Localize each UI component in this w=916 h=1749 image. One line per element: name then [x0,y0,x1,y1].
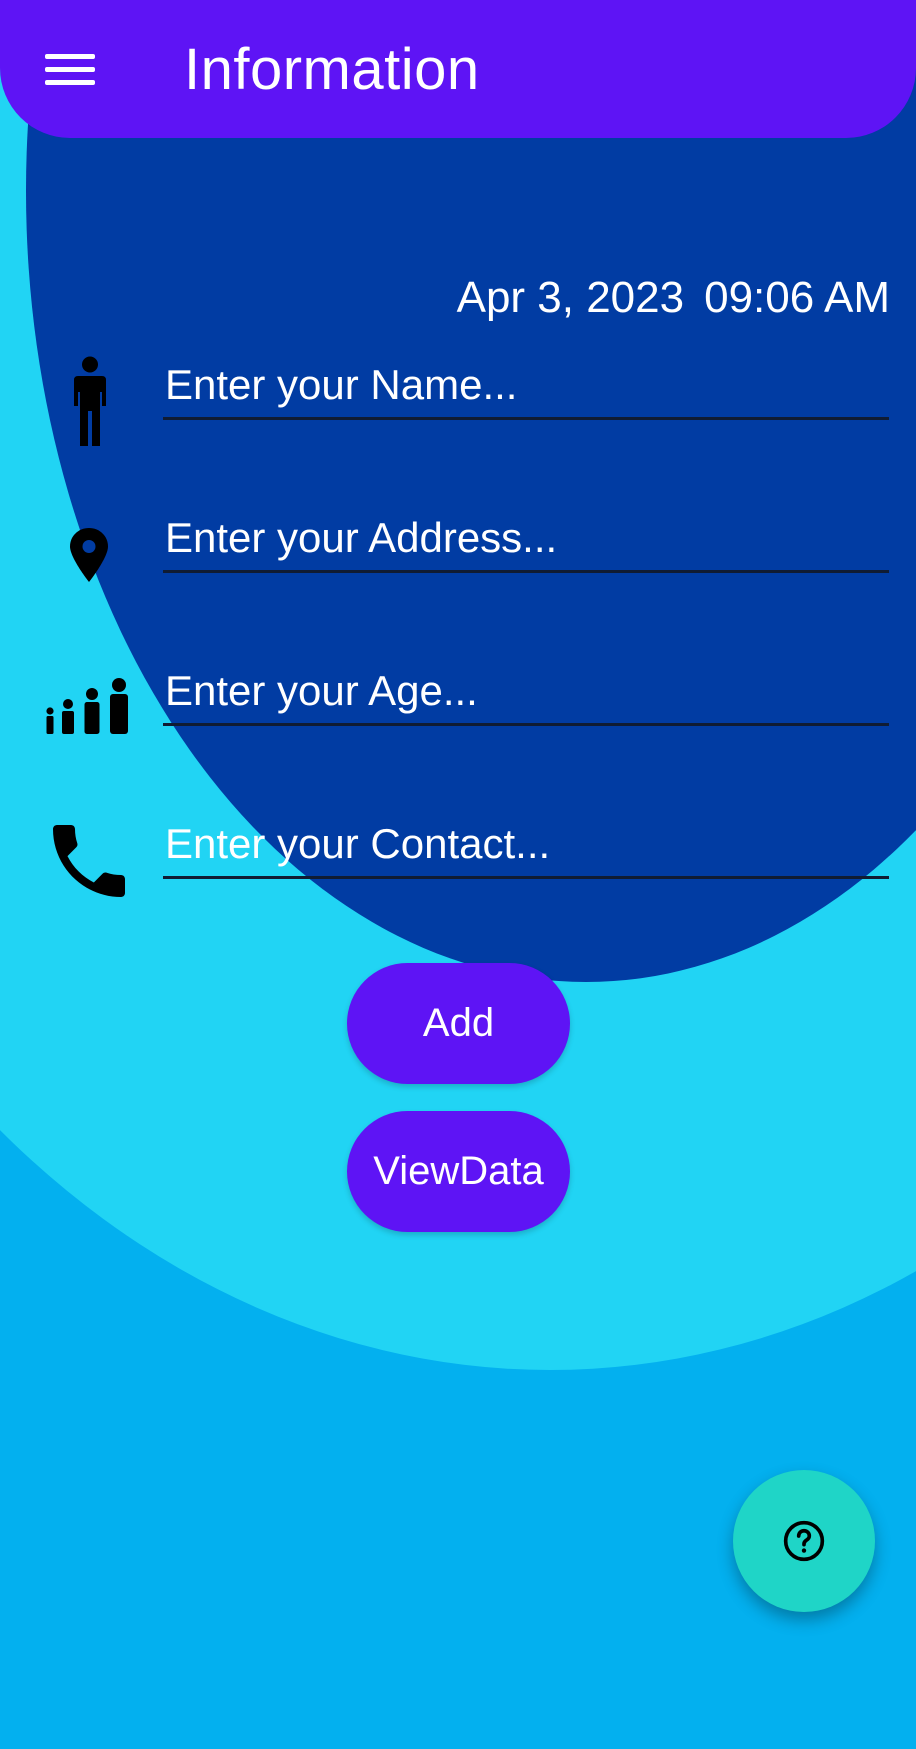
add-button[interactable]: Add [347,963,570,1084]
datetime-display: Apr 3, 2023 09:06 AM [457,272,890,324]
app-bar: Information [0,0,916,138]
age-row [0,650,916,746]
page-title: Information [184,37,480,102]
name-row [0,344,916,446]
app-screen: { "app_bar": { "title": "Information", "… [0,0,916,1749]
hamburger-menu-icon[interactable] [34,36,106,102]
address-row [0,497,916,593]
help-icon [783,1520,825,1562]
phone-icon [53,825,125,897]
time-text: 09:06 AM [704,273,890,322]
contact-input[interactable] [163,815,889,879]
date-text: Apr 3, 2023 [456,273,685,322]
person-icon [74,356,106,446]
location-pin-icon [70,528,108,582]
view-data-button[interactable]: ViewData [347,1111,570,1232]
address-input[interactable] [163,509,889,573]
age-input[interactable] [163,662,889,726]
contact-row [0,803,916,899]
family-age-icon [46,678,128,734]
help-fab-button[interactable] [733,1470,875,1612]
name-input[interactable] [163,356,889,420]
